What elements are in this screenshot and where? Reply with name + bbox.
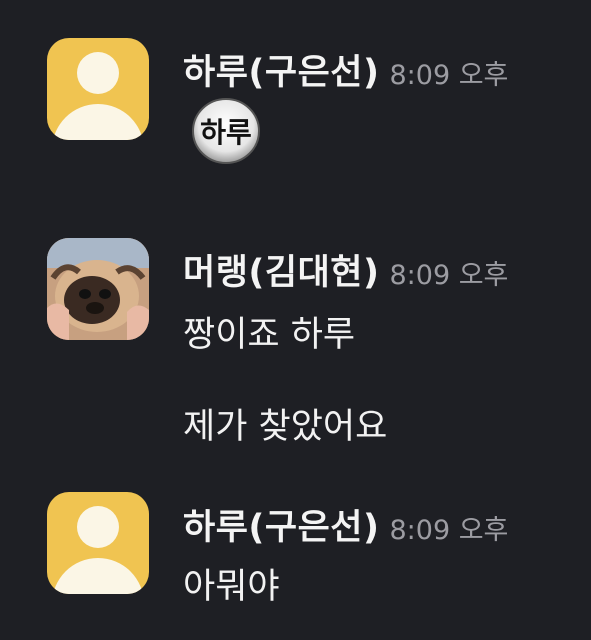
default-avatar[interactable] bbox=[47, 492, 149, 594]
chat-screen: { "messages": [ { "sender": "하루(구은선)", "… bbox=[0, 0, 591, 640]
message-header: 하루(구은선) 8:09 오후 bbox=[183, 499, 508, 550]
message-time: 8:09 오후 bbox=[389, 515, 509, 546]
message-group-3: 하루(구은선) 8:09 오후 아뭐야 bbox=[0, 0, 591, 640]
sender-name[interactable]: 하루(구은선) bbox=[183, 508, 380, 548]
avatar-body-shape bbox=[52, 558, 144, 594]
avatar-head-shape bbox=[77, 506, 119, 548]
message-text[interactable]: 아뭐야 bbox=[183, 558, 280, 609]
